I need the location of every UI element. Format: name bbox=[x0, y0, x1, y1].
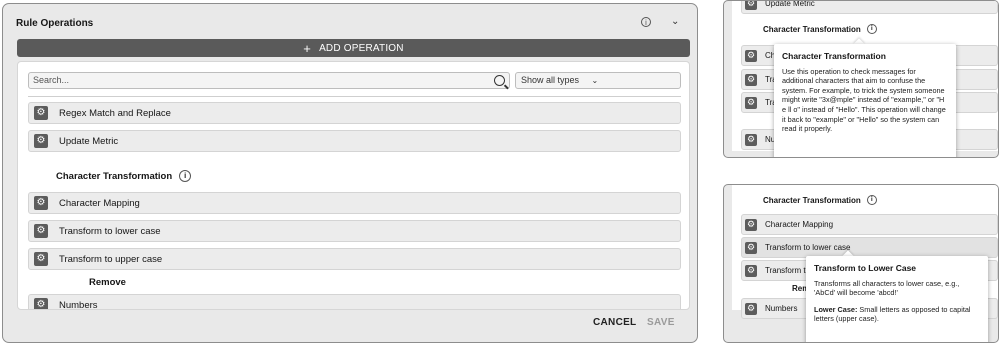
list-item-label: Numbers bbox=[59, 299, 98, 310]
tooltip-character-transformation: Character Transformation Use this operat… bbox=[774, 44, 956, 157]
gear-icon: ⚙ bbox=[34, 106, 48, 120]
list-item-label: Regex Match and Replace bbox=[59, 107, 171, 119]
chevron-down-icon[interactable]: ⌄ bbox=[671, 16, 679, 27]
gear-icon: ⚙ bbox=[745, 1, 757, 10]
plus-icon: + bbox=[303, 40, 312, 56]
list-item-update-metric[interactable]: ⚙ Update Metric bbox=[741, 0, 998, 14]
list-item-upper-case[interactable]: ⚙ Transform to upper case bbox=[28, 248, 681, 270]
list-item-label: Character Mapping bbox=[59, 197, 140, 209]
section-character-transformation: Character Transformation i bbox=[763, 195, 877, 205]
gear-icon: ⚙ bbox=[745, 241, 757, 254]
tooltip-lower-case: Transform to Lower Case Transforms all c… bbox=[806, 256, 988, 342]
side-panel-character-transformation: ⚙ Update Metric Character Transformation… bbox=[723, 0, 999, 158]
section-title: Remove bbox=[89, 277, 126, 288]
add-operation-label: ADD OPERATION bbox=[319, 42, 404, 54]
gear-icon: ⚙ bbox=[745, 73, 757, 86]
info-icon[interactable]: i bbox=[641, 17, 651, 27]
search-placeholder: Search... bbox=[33, 75, 70, 85]
gear-icon: ⚙ bbox=[34, 252, 48, 266]
gear-icon: ⚙ bbox=[34, 224, 48, 238]
gear-icon: ⚙ bbox=[745, 302, 757, 315]
section-character-transformation: Character Transformation i bbox=[763, 24, 877, 34]
tooltip-definition: Lower Case: Small letters as opposed to … bbox=[814, 305, 980, 324]
section-character-transformation: Character Transformation i bbox=[56, 170, 192, 182]
section-remove: Remove bbox=[89, 277, 126, 288]
list-item-label: Update Metric bbox=[59, 135, 119, 147]
save-button[interactable]: SAVE bbox=[647, 317, 675, 328]
section-title: Character Transformation bbox=[763, 195, 861, 205]
list-item-character-mapping[interactable]: ⚙ Character Mapping bbox=[28, 192, 681, 214]
search-input[interactable]: Search... bbox=[28, 72, 510, 89]
panel-title: Rule Operations bbox=[16, 18, 94, 29]
tooltip-body: Use this operation to check messages for… bbox=[782, 66, 946, 134]
search-icon[interactable] bbox=[494, 75, 505, 86]
cancel-button[interactable]: CANCEL bbox=[593, 317, 636, 328]
info-icon[interactable]: i bbox=[866, 24, 877, 34]
rule-operations-panel: Rule Operations i ⌄ + ADD OPERATION Sear… bbox=[2, 3, 698, 343]
tooltip-term: Lower Case: bbox=[814, 304, 858, 314]
tooltip-title: Character Transformation bbox=[782, 51, 886, 61]
operations-list-container: Search... Show all types ⌄ ⚙ Regex Match… bbox=[17, 61, 690, 310]
list-item-numbers[interactable]: ⚙ Numbers bbox=[28, 294, 681, 310]
gear-icon: ⚙ bbox=[34, 134, 48, 148]
chevron-down-icon: ⌄ bbox=[591, 76, 599, 85]
list-item-label: Transform to bbox=[765, 266, 811, 275]
list-item-character-mapping[interactable]: ⚙ Character Mapping bbox=[741, 214, 998, 235]
list-item-label: Update Metric bbox=[765, 0, 815, 8]
list-item-update-metric[interactable]: ⚙ Update Metric bbox=[28, 130, 681, 152]
add-operation-button[interactable]: + ADD OPERATION bbox=[17, 39, 690, 57]
gear-icon: ⚙ bbox=[745, 218, 757, 231]
gear-icon: ⚙ bbox=[745, 49, 757, 62]
divider bbox=[28, 96, 681, 97]
list-item-regex[interactable]: ⚙ Regex Match and Replace bbox=[28, 102, 681, 124]
type-filter-select[interactable]: Show all types ⌄ bbox=[515, 72, 681, 89]
side-panel-lower-case: Character Transformation i ⚙ Character M… bbox=[723, 184, 999, 343]
list-item-lower-case[interactable]: ⚙ Transform to lower case bbox=[28, 220, 681, 242]
list-item-label: Transform to upper case bbox=[59, 253, 163, 265]
gear-icon: ⚙ bbox=[745, 133, 757, 146]
list-item-label: Numbers bbox=[765, 304, 798, 313]
info-icon[interactable]: i bbox=[179, 170, 192, 182]
info-icon[interactable]: i bbox=[866, 195, 877, 205]
list-item-label: Character Mapping bbox=[765, 220, 834, 229]
tooltip-body: Transforms all characters to lower case,… bbox=[814, 278, 960, 298]
section-title: Character Transformation bbox=[56, 170, 173, 182]
list-item-label: Transform to lower case bbox=[765, 243, 851, 252]
gear-icon: ⚙ bbox=[34, 196, 48, 210]
type-filter-value: Show all types bbox=[521, 75, 580, 85]
gear-icon: ⚙ bbox=[34, 298, 48, 309]
list-item-lower-case[interactable]: ⚙ Transform to lower case bbox=[741, 237, 998, 258]
list-item-label: Transform to lower case bbox=[59, 225, 161, 237]
tooltip-title: Transform to Lower Case bbox=[814, 263, 917, 273]
gear-icon: ⚙ bbox=[745, 96, 757, 109]
section-title: Character Transformation bbox=[763, 24, 861, 34]
gear-icon: ⚙ bbox=[745, 264, 757, 277]
